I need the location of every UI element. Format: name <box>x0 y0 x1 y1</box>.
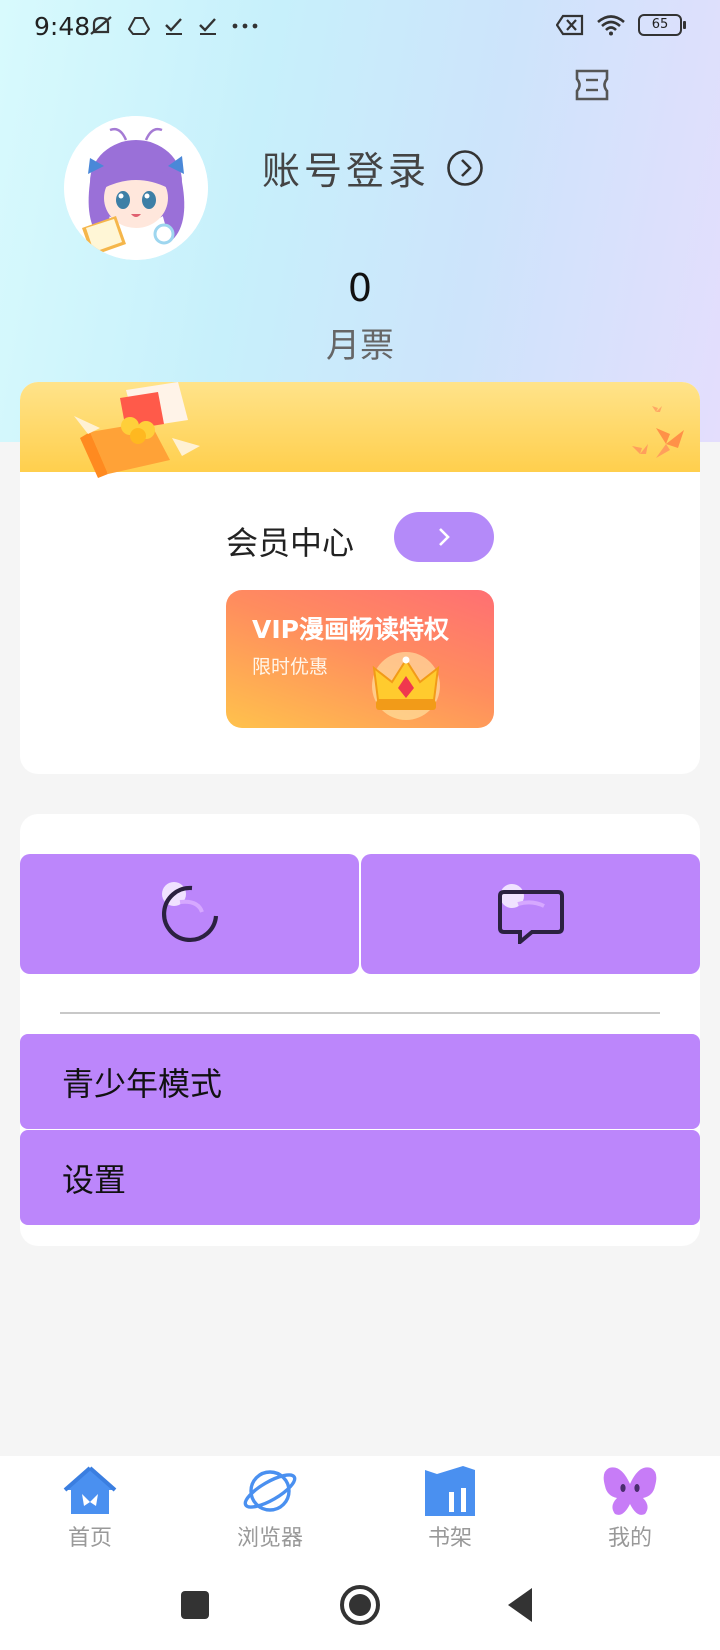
butterfly-icon <box>603 1467 657 1515</box>
tab-home-label: 首页 <box>67 1526 112 1551</box>
ticket-icon[interactable] <box>574 68 610 102</box>
tab-bookshelf[interactable]: 书架 <box>360 1456 540 1560</box>
status-time: 9:48 <box>34 12 91 41</box>
youth-mode-label: 青少年模式 <box>62 1064 223 1103</box>
vip-promo-banner[interactable]: VIP漫画畅读特权 限时优惠 <box>226 590 494 728</box>
chevron-right-icon <box>439 528 450 546</box>
login-label: 账号登录 <box>262 149 431 193</box>
battery-indicator: 65 <box>638 14 686 36</box>
status-bar: 9:48 65 <box>0 0 720 56</box>
sim-off-icon <box>556 14 584 36</box>
home-nav-icon[interactable] <box>337 1582 383 1628</box>
function-card: 青少年模式 设置 <box>20 814 700 1246</box>
system-navigation-bar <box>0 1560 720 1650</box>
avatar[interactable] <box>64 116 208 260</box>
history-button[interactable] <box>20 854 359 974</box>
member-center-button[interactable] <box>394 512 494 562</box>
tab-browser-label: 浏览器 <box>236 1526 303 1551</box>
gift-box-icon <box>74 382 200 478</box>
youth-mode-row[interactable]: 青少年模式 <box>20 1034 700 1129</box>
butterfly-decoration-icon <box>632 406 684 458</box>
status-right-icons: 65 <box>556 14 686 36</box>
recent-apps-icon[interactable] <box>172 1582 218 1628</box>
wifi-icon <box>597 15 625 36</box>
tab-mine-label: 我的 <box>607 1526 652 1551</box>
feedback-button[interactable] <box>361 854 700 974</box>
check-icon <box>199 18 216 35</box>
more-dots-icon <box>232 23 258 29</box>
crown-icon <box>372 652 440 720</box>
chevron-right-circle-icon <box>447 149 483 186</box>
tab-bookshelf-label: 书架 <box>427 1526 472 1551</box>
vip-subtitle: 限时优惠 <box>252 656 329 678</box>
bottom-tab-bar: 首页 浏览器 书架 我的 <box>0 1456 720 1560</box>
tab-home[interactable]: 首页 <box>0 1456 180 1560</box>
home-icon <box>63 1466 117 1514</box>
mute-bell-icon <box>90 16 112 35</box>
message-icon <box>497 884 564 944</box>
bookshelf-icon <box>425 1466 475 1516</box>
monthly-ticket-count[interactable]: 0 <box>0 266 720 310</box>
settings-label: 设置 <box>62 1160 127 1199</box>
divider <box>60 1012 660 1014</box>
monthly-ticket-label: 月票 <box>326 326 394 366</box>
member-banner <box>20 382 700 478</box>
settings-row[interactable]: 设置 <box>20 1130 700 1225</box>
avatar-illustration <box>64 116 208 260</box>
member-center-title: 会员中心 <box>226 524 355 562</box>
drive-icon <box>128 17 150 35</box>
history-icon <box>161 882 218 943</box>
planet-icon <box>243 1470 297 1512</box>
account-login-link[interactable]: 账号登录 <box>262 140 484 195</box>
check-icon <box>165 18 182 35</box>
tab-browser[interactable]: 浏览器 <box>180 1456 360 1560</box>
status-left-icons <box>88 14 258 38</box>
vip-title: VIP漫画畅读特权 <box>252 615 449 644</box>
member-card: 会员中心 VIP漫画畅读特权 限时优惠 <box>20 382 700 774</box>
tab-mine[interactable]: 我的 <box>540 1456 720 1560</box>
back-icon[interactable] <box>500 1582 546 1628</box>
